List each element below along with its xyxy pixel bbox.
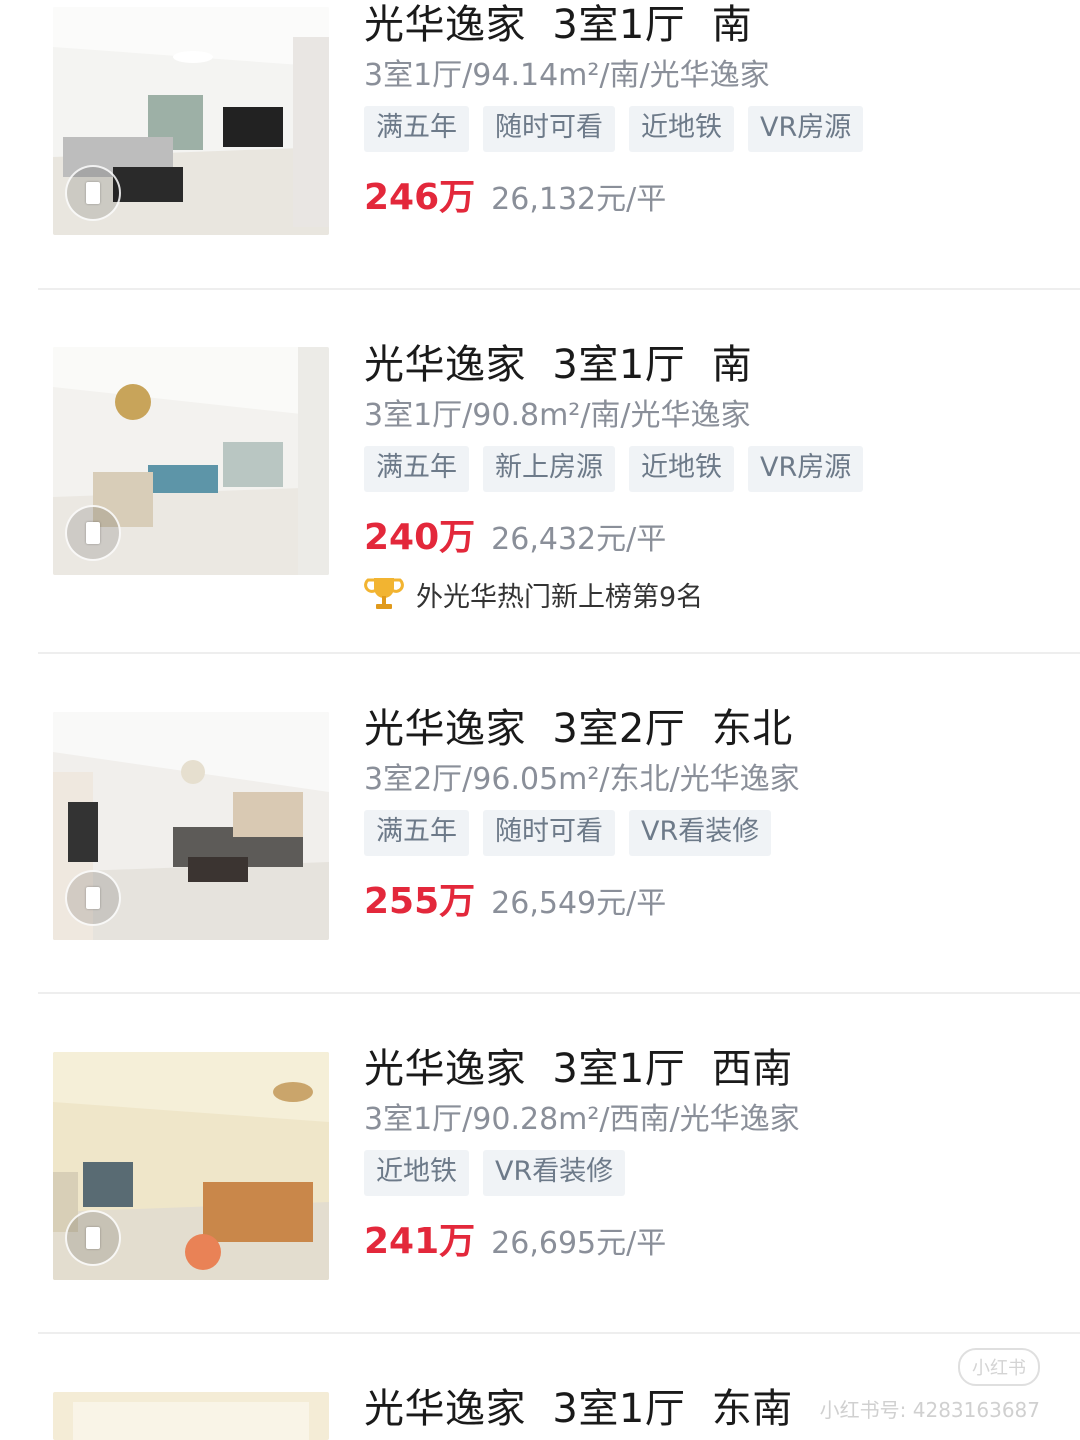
listing-card[interactable]: 光华逸家 3室1厅 南 3室1厅/90.8m²/南/光华逸家 满五年 新上房源 … [0,290,1080,654]
tag: VR看装修 [629,810,772,856]
listing-photo[interactable] [53,7,329,235]
listing-tags: 满五年 新上房源 近地铁 VR房源 [364,446,1060,492]
listing-title: 光华逸家 3室1厅 南 [364,342,753,388]
listing-info: 光华逸家 3室1厅 西南 3室1厅/90.28m²/西南/光华逸家 近地铁 VR… [364,1044,1060,1264]
listing-card[interactable]: 光华逸家 3室1厅 西南 3室1厅/90.28m²/西南/光华逸家 近地铁 VR… [0,994,1080,1334]
tag: VR房源 [748,106,864,152]
listing-tags: 满五年 随时可看 VR看装修 [364,810,1060,856]
listing-card[interactable]: 光华逸家 3室1厅 南 3室1厅/94.14m²/南/光华逸家 满五年 随时可看… [0,0,1080,290]
unit-price: 26,132元/平 [491,182,667,217]
listing-card[interactable]: 光华逸家 3室2厅 东北 3室2厅/96.05m²/东北/光华逸家 满五年 随时… [0,654,1080,994]
watermark-id: 小红书号: 4283163687 [819,1398,1040,1422]
tag: 随时可看 [483,810,615,856]
total-price: 255万 [364,881,476,922]
listing-title: 光华逸家 3室1厅 西南 [364,1046,793,1092]
price-row: 240万 26,432元/平 [364,508,1060,560]
listing-title: 光华逸家 3室1厅 南 [364,2,753,48]
trophy-icon [364,578,404,609]
vr-badge-icon [65,1210,121,1266]
listing-tags: 近地铁 VR看装修 [364,1150,1060,1196]
tag: 近地铁 [629,446,734,492]
vr-badge-icon [65,870,121,926]
total-price: 241万 [364,1221,476,1262]
listing-photo[interactable] [53,347,329,575]
listing-photo[interactable] [53,712,329,940]
unit-price: 26,432元/平 [491,522,667,557]
vr-badge-icon [65,165,121,221]
vr-badge-icon [65,505,121,561]
tag: 新上房源 [483,446,615,492]
listing-subtitle: 3室2厅/96.05m²/东北/光华逸家 [364,762,800,797]
watermark-logo: 小红书 [958,1348,1040,1386]
listing-photo[interactable] [53,1392,329,1440]
rank-text: 外光华热门新上榜第9名 [416,581,704,613]
listing-photo[interactable] [53,1052,329,1280]
unit-price: 26,695元/平 [491,1226,667,1261]
listing-list: 光华逸家 3室1厅 南 3室1厅/94.14m²/南/光华逸家 满五年 随时可看… [0,0,1080,1440]
price-row: 246万 26,132元/平 [364,168,1060,220]
listing-tags: 满五年 随时可看 近地铁 VR房源 [364,106,1060,152]
listing-info: 光华逸家 3室1厅 南 3室1厅/94.14m²/南/光华逸家 满五年 随时可看… [364,0,1060,220]
tag: 满五年 [364,106,469,152]
listing-info: 光华逸家 3室2厅 东北 3室2厅/96.05m²/东北/光华逸家 满五年 随时… [364,704,1060,924]
tag: VR看装修 [483,1150,626,1196]
tag: 随时可看 [483,106,615,152]
listing-info: 光华逸家 3室1厅 南 3室1厅/90.8m²/南/光华逸家 满五年 新上房源 … [364,340,1060,614]
price-row: 255万 26,549元/平 [364,872,1060,924]
price-row: 241万 26,695元/平 [364,1212,1060,1264]
tag: 满五年 [364,810,469,856]
tag: 满五年 [364,446,469,492]
listing-title: 光华逸家 3室2厅 东北 [364,706,793,752]
listing-subtitle: 3室1厅/90.28m²/西南/光华逸家 [364,1102,800,1137]
total-price: 240万 [364,517,476,558]
listing-subtitle: 3室1厅/90.8m²/南/光华逸家 [364,398,751,433]
rank-row[interactable]: 外光华热门新上榜第9名 [364,574,1060,614]
tag: 近地铁 [364,1150,469,1196]
unit-price: 26,549元/平 [491,886,667,921]
tag: 近地铁 [629,106,734,152]
total-price: 246万 [364,177,476,218]
listing-subtitle: 3室1厅/94.14m²/南/光华逸家 [364,58,770,93]
watermark: 小红书 小红书号: 4283163687 [820,1348,1040,1423]
tag: VR房源 [748,446,864,492]
